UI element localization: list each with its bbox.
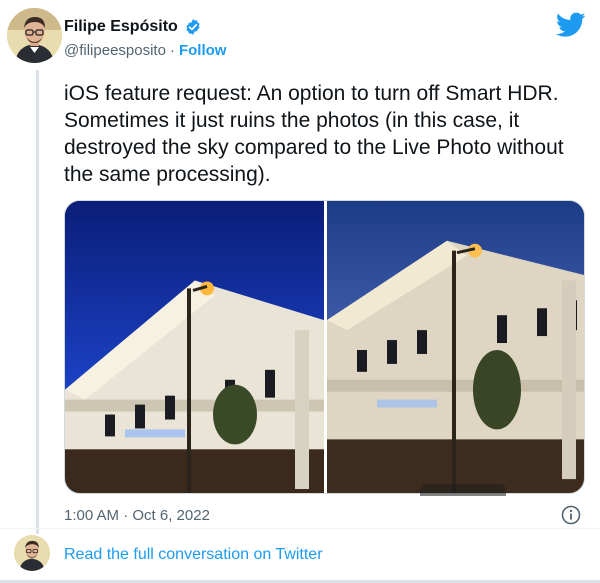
info-icon[interactable]	[561, 505, 581, 525]
thread-line	[36, 70, 39, 534]
author-handle-row: @filipeesposito · Follow	[64, 40, 226, 60]
read-full-conversation-link[interactable]: Read the full conversation on Twitter	[64, 546, 323, 564]
footer-avatar	[14, 535, 50, 571]
tweet-media[interactable]	[64, 200, 585, 494]
author-name-row: Filipe Espósito	[64, 16, 202, 38]
handle-separator: ·	[169, 41, 175, 59]
embedded-tweet-card: Filipe Espósito @filipeesposito · Follow…	[0, 0, 600, 583]
live-photo-badge	[420, 484, 506, 496]
photo-live-photo[interactable]	[327, 201, 585, 493]
avatar-portrait-icon	[14, 535, 50, 571]
author-display-name[interactable]: Filipe Espósito	[64, 18, 178, 36]
tweet-text: iOS feature request: An option to turn o…	[64, 82, 564, 186]
avatar-portrait-icon	[7, 8, 62, 63]
author-handle[interactable]: @filipeesposito	[64, 42, 166, 59]
footer-divider	[0, 528, 600, 529]
follow-button[interactable]: Follow	[179, 42, 227, 59]
author-avatar[interactable]	[7, 8, 62, 63]
verified-badge-icon	[186, 19, 200, 35]
photo-smart-hdr[interactable]	[65, 201, 324, 493]
tweet-timestamp[interactable]: 1:00 AM · Oct 6, 2022	[64, 507, 210, 524]
twitter-bird-icon[interactable]	[556, 12, 586, 38]
